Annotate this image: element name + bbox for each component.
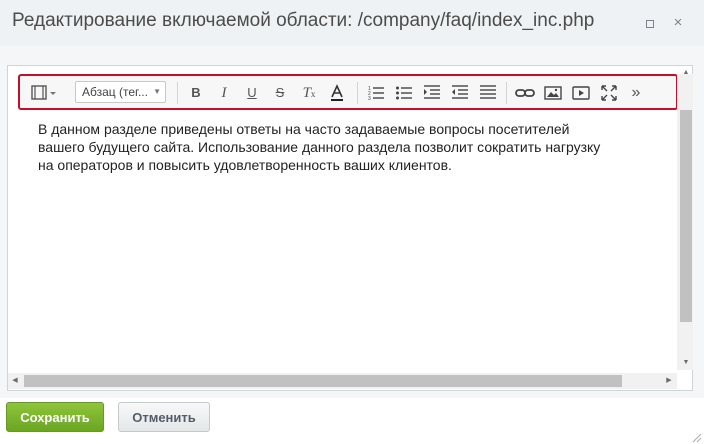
bold-button[interactable]: B [188,84,204,102]
scroll-left-icon[interactable]: ◀ [10,376,20,386]
strikethrough-icon: S [275,85,285,100]
outdent-button[interactable] [451,84,469,102]
vertical-scroll-thumb[interactable] [680,110,692,322]
unordered-list-button[interactable] [395,84,413,102]
strikethrough-button[interactable]: S [272,84,288,102]
link-button[interactable] [515,84,535,102]
video-button[interactable] [572,84,590,102]
video-icon [572,86,590,100]
scroll-down-icon[interactable]: ▼ [680,358,692,368]
ordered-list-icon: 1 2 3 [368,86,384,102]
align-button[interactable] [479,84,497,102]
text-color-button[interactable] [328,84,346,102]
horizontal-scroll-thumb[interactable] [24,375,622,387]
text-color-icon [331,84,343,101]
toolbar-divider [506,82,507,104]
close-button[interactable]: × [669,14,687,32]
content-line: на операторов и повысить удовлетвореннос… [38,157,452,173]
scroll-up-icon[interactable]: ▲ [680,68,692,78]
content-line: вашего будущего сайта. Использование дан… [38,139,601,155]
more-button[interactable]: » [628,84,644,102]
chevron-down-icon: ▼ [153,87,161,96]
fullscreen-button[interactable] [600,84,618,102]
more-icon: » [631,84,641,101]
remove-format-x: x [310,89,316,99]
link-icon [515,89,535,97]
cancel-button[interactable]: Отменить [118,402,210,432]
bold-icon: B [191,85,201,100]
unordered-list-icon [396,86,412,100]
edit-include-dialog: Редактирование включаемой области: /comp… [0,0,704,444]
maximize-icon [646,20,654,28]
italic-icon: I [221,85,227,101]
dialog-titlebar[interactable]: Редактирование включаемой области: /comp… [0,0,704,46]
align-icon [480,85,496,99]
indent-button[interactable] [423,84,441,102]
outdent-icon [452,85,468,99]
save-button[interactable]: Сохранить [6,402,104,432]
italic-button[interactable]: I [216,84,232,102]
resize-grip-icon[interactable] [690,430,702,443]
template-button[interactable] [31,84,59,102]
remove-format-icon: T [302,85,311,101]
underline-icon: U [247,85,257,100]
toolbar-divider [177,82,178,104]
dialog-title: Редактирование включаемой области: /comp… [12,10,595,31]
remove-format-button[interactable]: Tx [300,84,318,102]
template-icon [31,85,56,100]
content-line: В данном разделе приведены ответы на час… [38,121,570,137]
image-icon [544,86,562,100]
paragraph-style-value: Абзац (тег... [82,85,148,99]
ordered-list-button[interactable]: 1 2 3 [367,84,385,102]
paragraph-style-select[interactable]: Абзац (тег... ▼ [75,81,166,103]
fullscreen-icon [601,85,617,101]
editor-content[interactable]: В данном разделе приведены ответы на час… [38,120,678,370]
close-icon: × [673,14,683,31]
indent-icon [424,85,440,99]
svg-text:3: 3 [368,96,371,102]
toolbar-divider [357,82,358,104]
scroll-right-icon[interactable]: ▶ [664,376,674,386]
underline-button[interactable]: U [244,84,260,102]
maximize-button[interactable] [641,14,659,32]
image-button[interactable] [544,84,562,102]
